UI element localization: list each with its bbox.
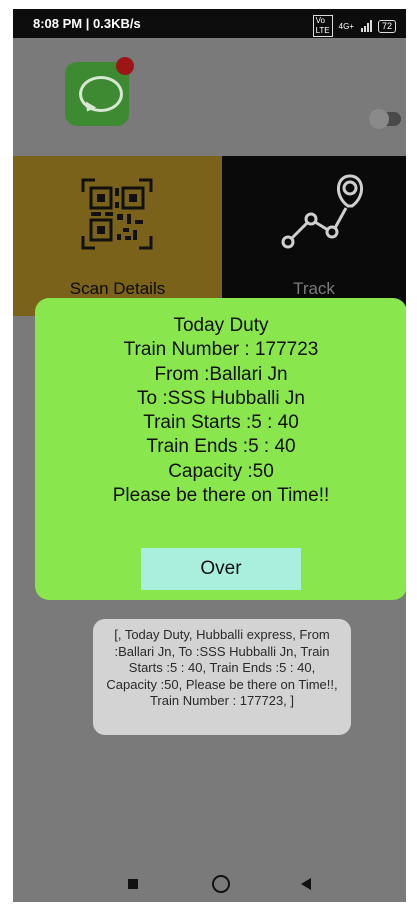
dialog-title: Today Duty: [173, 315, 269, 336]
signal-icon: [360, 20, 372, 32]
scan-details-tile[interactable]: Scan Details: [13, 156, 222, 316]
status-bar: 8:08 PM | 0.3KB/s Vo LTE 4G+ 72: [13, 9, 406, 38]
toggle-knob: [369, 109, 389, 129]
phone-screen: 8:08 PM | 0.3KB/s Vo LTE 4G+ 72 Scan Det…: [13, 9, 406, 902]
qr-code-icon: [81, 178, 153, 250]
train-ends-line: Train Ends :5 : 40: [146, 436, 296, 458]
dialog-message: Today Duty Train Number : 177723 From :B…: [35, 314, 406, 508]
status-icons: Vo LTE 4G+ 72: [312, 15, 396, 37]
train-number-line: Train Number : 177723: [123, 339, 319, 361]
to-line: To :SSS Hubballi Jn: [137, 387, 305, 409]
navigation-bar: [13, 867, 406, 902]
duty-dialog: Today Duty Train Number : 177723 From :B…: [35, 298, 406, 600]
track-tile[interactable]: Track: [222, 156, 406, 316]
toast-message: [, Today Duty, Hubballi express, From :B…: [93, 619, 351, 735]
reminder-line: Please be there on Time!!: [112, 485, 330, 507]
route-icon: [281, 174, 363, 249]
over-button[interactable]: Over: [141, 548, 301, 590]
recents-button[interactable]: [128, 879, 138, 889]
scan-details-label: Scan Details: [69, 279, 166, 298]
battery-level: 72: [381, 20, 392, 31]
toggle-switch[interactable]: [369, 109, 401, 129]
network-type: 4G+: [338, 21, 354, 31]
train-starts-line: Train Starts :5 : 40: [143, 412, 299, 434]
capacity-line: Capacity :50: [168, 460, 274, 482]
app-header: [13, 38, 406, 156]
status-time: 8:08 PM | 0.3KB/s: [33, 16, 141, 31]
notification-badge: [116, 57, 134, 75]
home-button[interactable]: [212, 875, 230, 893]
track-label: Track: [293, 279, 335, 298]
volte-icon: Vo LTE: [312, 15, 333, 37]
battery-icon: 72: [377, 19, 396, 33]
back-button[interactable]: [301, 878, 311, 890]
toast-text: [, Today Duty, Hubballi express, From :B…: [106, 627, 338, 708]
from-line: From :Ballari Jn: [154, 363, 288, 385]
